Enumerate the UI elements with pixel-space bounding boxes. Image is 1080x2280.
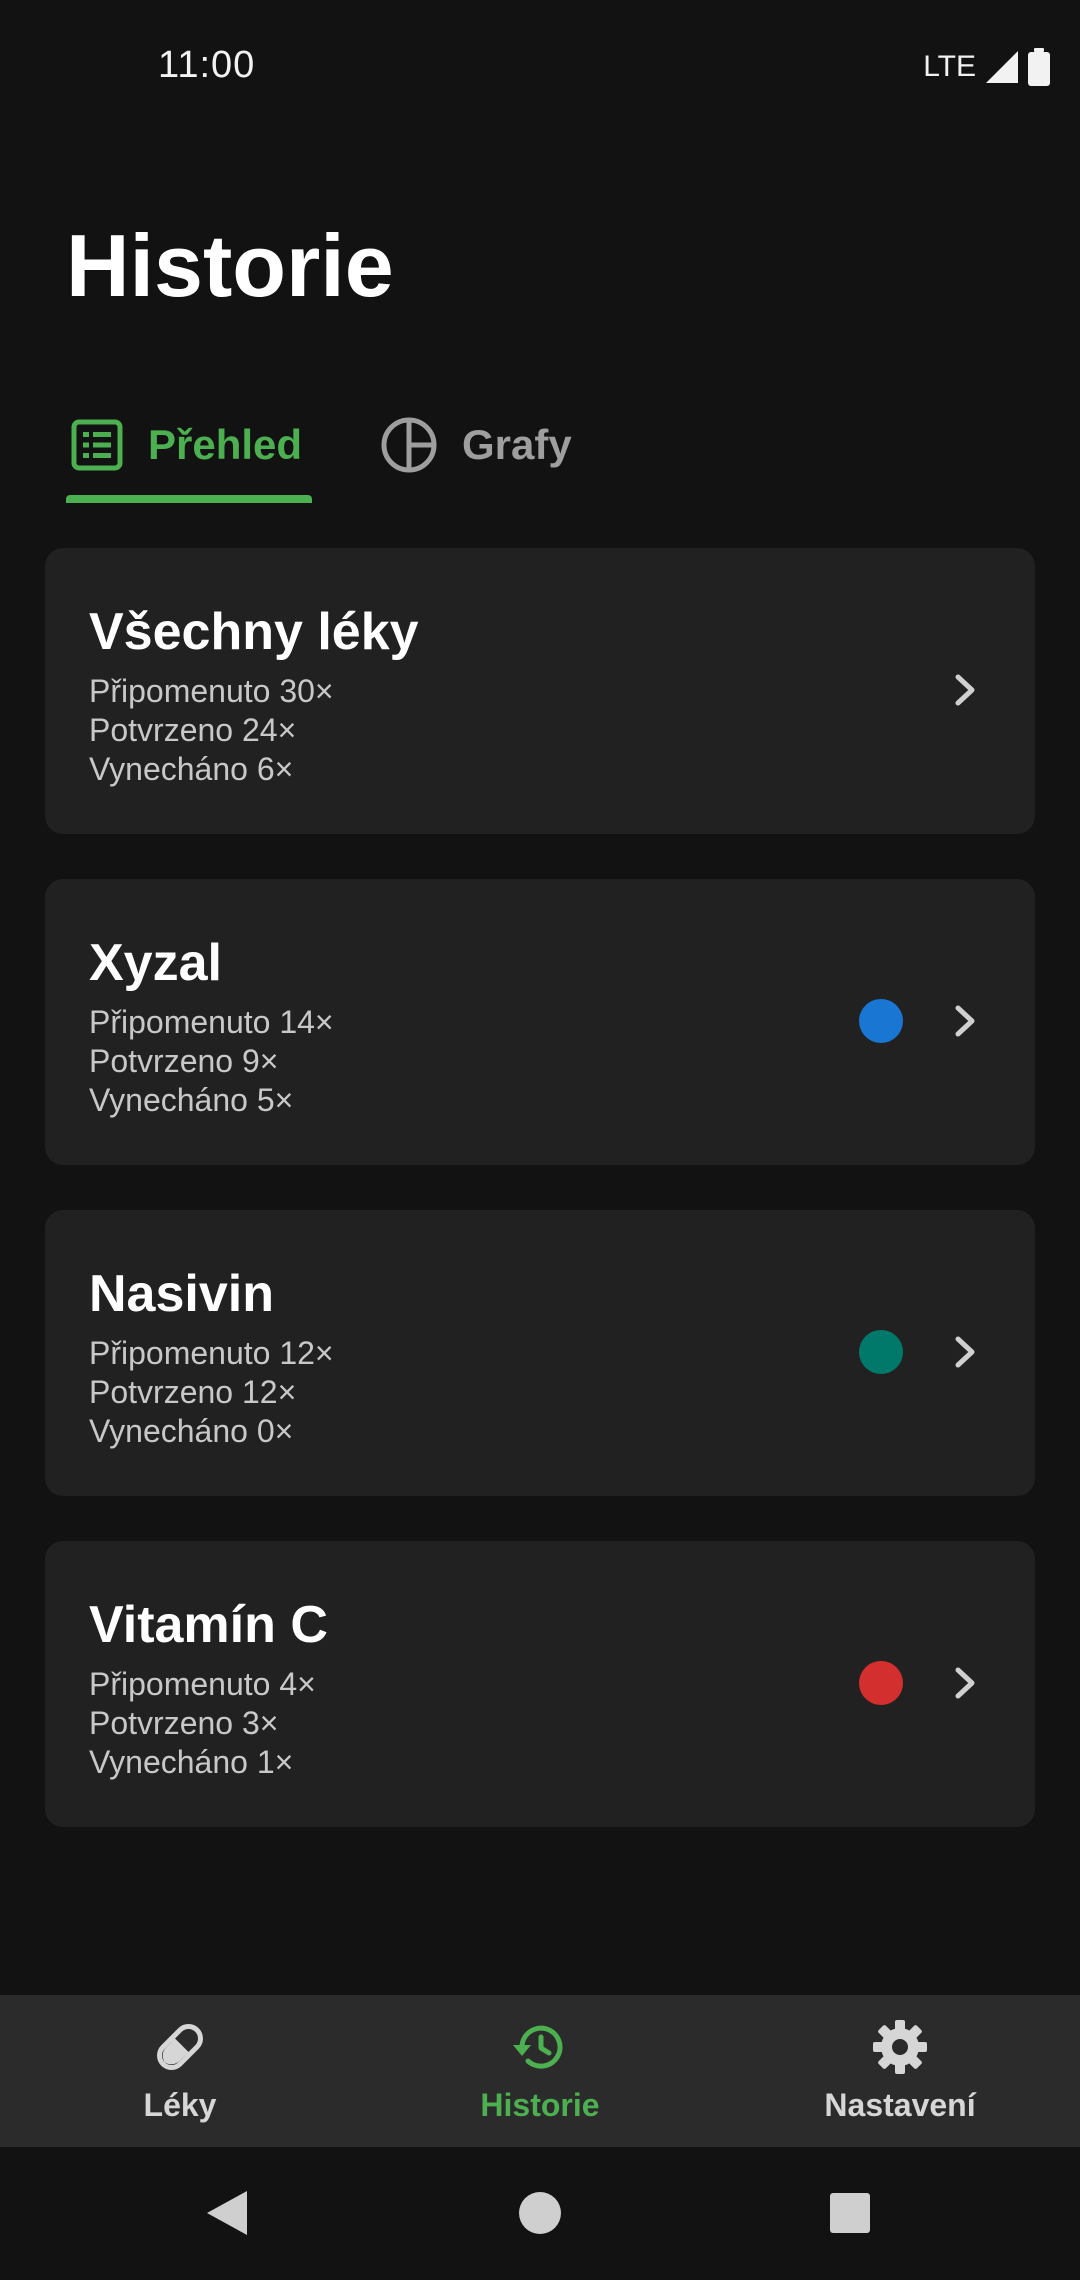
network-type: LTE <box>923 50 976 83</box>
skipped-count: Vynecháno 1× <box>89 1744 294 1780</box>
medication-color-dot <box>859 999 903 1043</box>
medication-history-list: Všechny léky Připomenuto 30× Potvrzeno 2… <box>45 548 1035 1872</box>
confirmed-count: Potvrzeno 3× <box>89 1705 279 1741</box>
card-stats: Připomenuto 30× Potvrzeno 24× Vynecháno … <box>89 672 334 789</box>
nav-label-settings: Nastavení <box>824 2087 976 2123</box>
status-indicators: LTE <box>923 48 1050 86</box>
pill-icon <box>157 2024 203 2070</box>
tab-charts-label: Grafy <box>462 421 572 468</box>
system-navigation-bar <box>0 2147 1080 2280</box>
confirmed-count: Potvrzeno 9× <box>89 1043 279 1079</box>
chevron-right-icon <box>955 674 975 706</box>
card-title: Vitamín C <box>89 1596 328 1654</box>
confirmed-count: Potvrzeno 12× <box>89 1374 297 1410</box>
battery-icon <box>1028 48 1050 86</box>
status-bar: 11:00 LTE <box>0 0 1080 135</box>
history-card-xyzal[interactable]: Xyzal Připomenuto 14× Potvrzeno 9× Vynec… <box>45 879 1035 1165</box>
pie-chart-icon <box>381 417 437 473</box>
chevron-right-icon <box>955 1667 975 1699</box>
medication-color-dot <box>859 1661 903 1705</box>
nav-label-medications: Léky <box>143 2087 217 2123</box>
nav-label-history: Historie <box>480 2087 600 2123</box>
medication-color-dot <box>859 1330 903 1374</box>
card-stats: Připomenuto 4× Potvrzeno 3× Vynecháno 1× <box>89 1665 316 1782</box>
card-stats: Připomenuto 12× Potvrzeno 12× Vynecháno … <box>89 1334 334 1451</box>
history-card-nasivin[interactable]: Nasivin Připomenuto 12× Potvrzeno 12× Vy… <box>45 1210 1035 1496</box>
recents-icon[interactable] <box>810 2173 890 2253</box>
history-card-vitamin-c[interactable]: Vitamín C Připomenuto 4× Potvrzeno 3× Vy… <box>45 1541 1035 1827</box>
reminded-count: Připomenuto 4× <box>89 1666 316 1702</box>
status-time: 11:00 <box>158 44 256 86</box>
tab-charts[interactable]: Grafy <box>380 385 572 505</box>
card-stats: Připomenuto 14× Potvrzeno 9× Vynecháno 5… <box>89 1003 334 1120</box>
tab-overview[interactable]: Přehled <box>70 385 302 505</box>
active-tab-indicator <box>66 495 312 503</box>
confirmed-count: Potvrzeno 24× <box>89 712 297 748</box>
nav-item-settings[interactable]: Nastavení <box>720 1995 1080 2147</box>
list-icon <box>71 419 123 471</box>
card-title: Nasivin <box>89 1265 274 1323</box>
bottom-navigation: Léky Historie Nastavení <box>0 1995 1080 2147</box>
card-title: Všechny léky <box>89 603 419 661</box>
gear-icon <box>873 2020 927 2074</box>
tab-bar: Přehled Grafy <box>0 385 1080 505</box>
home-icon[interactable] <box>500 2173 580 2253</box>
history-card-all[interactable]: Všechny léky Připomenuto 30× Potvrzeno 2… <box>45 548 1035 834</box>
reminded-count: Připomenuto 14× <box>89 1004 334 1040</box>
chevron-right-icon <box>955 1005 975 1037</box>
page-title: Historie <box>66 216 394 315</box>
reminded-count: Připomenuto 30× <box>89 673 334 709</box>
chevron-right-icon <box>955 1336 975 1368</box>
tab-overview-label: Přehled <box>148 421 303 468</box>
reminded-count: Připomenuto 12× <box>89 1335 334 1371</box>
card-title: Xyzal <box>89 934 222 992</box>
nav-item-history[interactable]: Historie <box>360 1995 720 2147</box>
nav-item-medications[interactable]: Léky <box>0 1995 360 2147</box>
skipped-count: Vynecháno 5× <box>89 1082 294 1118</box>
skipped-count: Vynecháno 6× <box>89 751 294 787</box>
skipped-count: Vynecháno 0× <box>89 1413 294 1449</box>
history-icon <box>513 2025 563 2069</box>
signal-icon <box>986 51 1018 83</box>
back-icon[interactable] <box>185 2173 265 2253</box>
